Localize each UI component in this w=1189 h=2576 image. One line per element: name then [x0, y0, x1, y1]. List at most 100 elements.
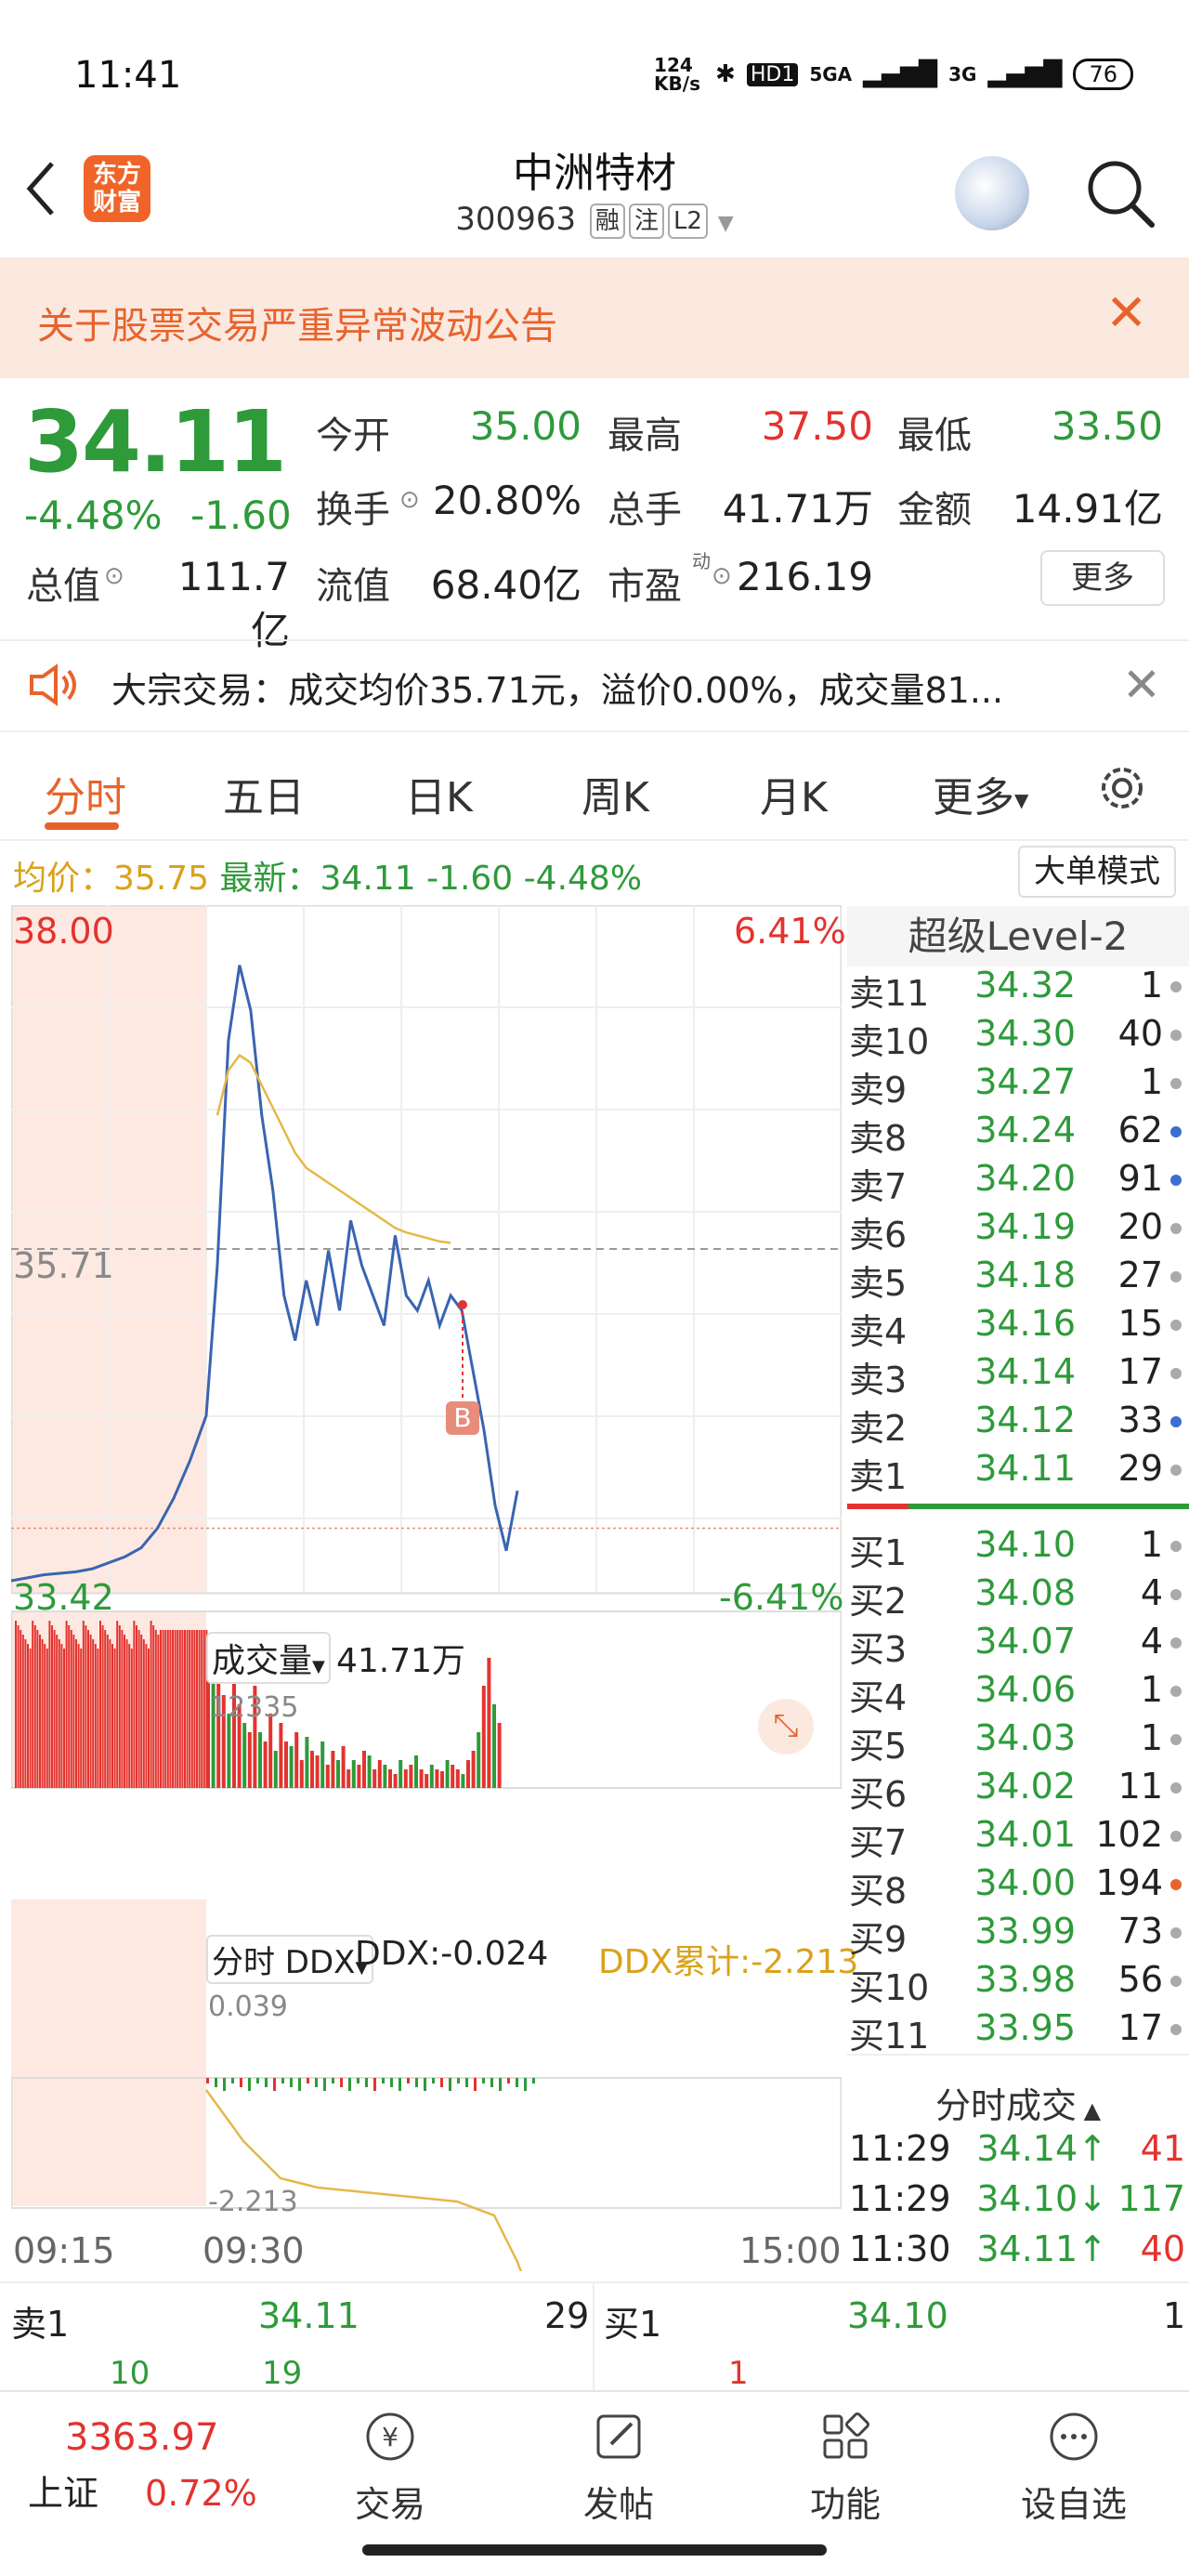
- tab-daily-k[interactable]: 日K: [405, 764, 473, 823]
- tick-time: 11:30: [849, 2228, 951, 2269]
- bid-row[interactable]: 买6 34.02 11: [847, 1766, 1189, 1815]
- buy-marker[interactable]: B: [446, 1401, 479, 1435]
- expand-icon[interactable]: ⤡: [758, 1699, 814, 1755]
- bid-row[interactable]: 买7 34.01 102: [847, 1814, 1189, 1863]
- signal-5ga: 5GA: [809, 63, 853, 85]
- ask-row[interactable]: 卖8 34.24 62: [847, 1110, 1189, 1159]
- info-icon[interactable]: ⊙: [104, 562, 124, 590]
- block-trade-text[interactable]: 大宗交易：成交均价35.71元，溢价0.00%，成交量81...: [111, 662, 1003, 713]
- ask-price: 34.12: [974, 1400, 1076, 1440]
- bid-row[interactable]: 买4 34.06 1: [847, 1669, 1189, 1718]
- nav-functions[interactable]: 功能: [771, 2407, 920, 2527]
- ask-volume: 91: [1117, 1158, 1163, 1199]
- ask-level-label: 卖2: [849, 1408, 908, 1449]
- volume-bar: [65, 1621, 68, 1788]
- ask-row[interactable]: 卖4 34.16 15: [847, 1303, 1189, 1352]
- more-button[interactable]: 更多: [1040, 550, 1165, 606]
- ask-level-label: 卖1: [849, 1456, 908, 1497]
- ask-price: 34.20: [974, 1158, 1076, 1199]
- info-icon[interactable]: ⊙: [399, 486, 420, 514]
- ddx-indicator-select[interactable]: 分时 DDX▼: [206, 1935, 374, 1984]
- bid-row[interactable]: 买11 33.95 17: [847, 2007, 1189, 2057]
- tab-five-day[interactable]: 五日: [223, 764, 305, 823]
- robot-assistant-icon[interactable]: [955, 156, 1029, 230]
- ddx-bar: [532, 2078, 535, 2083]
- notice-text[interactable]: 关于股票交易严重异常波动公告: [37, 296, 557, 349]
- ask-row[interactable]: 卖2 34.12 33: [847, 1400, 1189, 1449]
- volume-bar: [116, 1621, 119, 1788]
- bid-row[interactable]: 买2 34.08 4: [847, 1572, 1189, 1622]
- volume-bar: [51, 1625, 53, 1788]
- bid-row[interactable]: 买10 33.98 56: [847, 1959, 1189, 2008]
- ddx-bar: [273, 2078, 276, 2091]
- bid-row[interactable]: 买1 34.10 1: [847, 1524, 1189, 1573]
- ddx-bar: [474, 2078, 477, 2091]
- ask-row[interactable]: 卖5 34.18 27: [847, 1255, 1189, 1304]
- home-indicator[interactable]: [362, 2544, 827, 2556]
- speaker-icon: [30, 664, 76, 706]
- volume-label: 总手: [608, 489, 682, 532]
- ask-level-label: 卖6: [849, 1215, 908, 1255]
- ask-row[interactable]: 卖3 34.14 17: [847, 1351, 1189, 1400]
- bid-row[interactable]: 买5 34.03 1: [847, 1717, 1189, 1767]
- ask-row[interactable]: 卖9 34.27 1: [847, 1061, 1189, 1111]
- tab-weekly-k[interactable]: 周K: [581, 764, 649, 823]
- volume-bar: [68, 1625, 71, 1788]
- ask-row[interactable]: 卖10 34.30 40: [847, 1013, 1189, 1062]
- hd-badge: HD1: [746, 62, 799, 86]
- high-label: 最高: [608, 414, 682, 457]
- volume-bar: [336, 1760, 340, 1788]
- big-order-mode-button[interactable]: 大单模式: [1018, 846, 1176, 898]
- y-top-label: 38.00: [13, 911, 114, 952]
- ask-volume: 17: [1117, 1351, 1163, 1392]
- preopen-shade-ddx: [11, 1899, 206, 2206]
- tick-trades-title[interactable]: 分时成交 ▲: [847, 2077, 1189, 2128]
- index-ticker[interactable]: 3363.97 上证 0.72%: [28, 2416, 288, 2516]
- index-percent: 0.72%: [145, 2473, 257, 2514]
- volume-bar: [263, 1741, 268, 1788]
- nav-add-watchlist[interactable]: 设自选: [1000, 2407, 1148, 2527]
- ask-volume: 1: [1140, 965, 1163, 1005]
- volume-bar: [403, 1769, 408, 1788]
- bid-volume: 4: [1140, 1621, 1163, 1662]
- volume-bar: [184, 1630, 186, 1788]
- volume-indicator-select[interactable]: 成交量▼: [206, 1632, 331, 1684]
- gear-icon[interactable]: [1094, 760, 1150, 816]
- ask-level-label: 卖8: [849, 1118, 908, 1159]
- tab-intraday[interactable]: 分时: [45, 764, 126, 823]
- tab-monthly-k[interactable]: 月K: [760, 764, 828, 823]
- order-flag-icon: [1170, 1541, 1182, 1552]
- ask-row[interactable]: 卖6 34.19 20: [847, 1206, 1189, 1255]
- volume-bar: [20, 1630, 22, 1788]
- volume-bar: [133, 1621, 136, 1788]
- ask-row[interactable]: 卖1 34.11 29: [847, 1448, 1189, 1497]
- bid-volume: 1: [1140, 1669, 1163, 1710]
- close-icon[interactable]: ✕: [1105, 288, 1147, 338]
- bid-row[interactable]: 买3 34.07 4: [847, 1621, 1189, 1670]
- bid-row[interactable]: 买8 34.00 194: [847, 1862, 1189, 1912]
- x-tick-1500: 15:00: [739, 2230, 842, 2271]
- ask-volume: 1: [1140, 1061, 1163, 1102]
- ask-row[interactable]: 卖7 34.20 91: [847, 1158, 1189, 1207]
- bid-level-label: 买10: [849, 1967, 930, 2008]
- intraday-chart[interactable]: [11, 905, 842, 2271]
- nav-post[interactable]: 发帖: [544, 2407, 693, 2527]
- nav-trade[interactable]: ¥ 交易: [316, 2407, 464, 2527]
- search-icon[interactable]: [1083, 156, 1157, 230]
- volume-bar: [121, 1630, 124, 1788]
- order-flag-icon: [1170, 1976, 1182, 1987]
- bid-row[interactable]: 买9 33.99 73: [847, 1911, 1189, 1960]
- volume-value: 41.71万: [722, 486, 873, 532]
- status-bar: 11:41 124 KB/s ✱ HD1 5GA ▂▄▆█ 3G ▂▄▆█ 76: [0, 0, 1189, 139]
- ddx-bar: [240, 2078, 242, 2087]
- close-icon[interactable]: ✕: [1122, 658, 1161, 712]
- ask-row[interactable]: 卖11 34.32 1: [847, 965, 1189, 1014]
- tab-more[interactable]: 更多▼: [933, 764, 1028, 823]
- bid-level-label: 买11: [849, 2016, 930, 2057]
- avg-label: 均价：: [13, 860, 114, 898]
- ask-volume: 20: [1117, 1206, 1163, 1247]
- order-flag-icon: [1170, 1734, 1182, 1745]
- ddx-top-label: 0.039: [208, 1991, 288, 2023]
- info-icon[interactable]: ⊙: [712, 562, 732, 590]
- active-tab-indicator: [45, 822, 119, 830]
